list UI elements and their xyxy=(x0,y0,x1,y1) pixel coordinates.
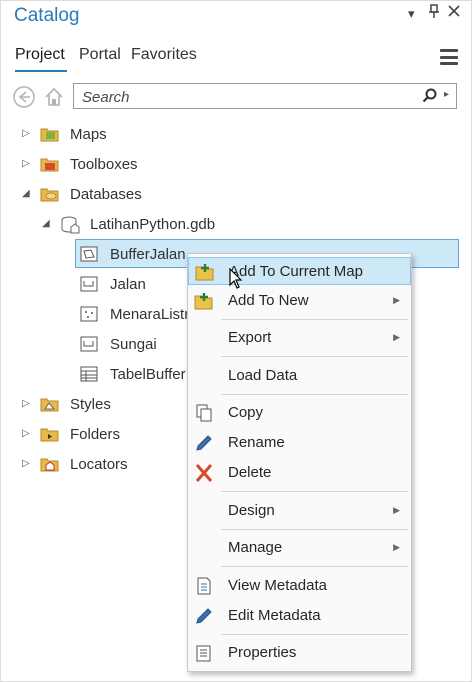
delete-icon xyxy=(194,464,214,482)
menu-separator xyxy=(221,634,408,635)
tree-label: LatihanPython.gdb xyxy=(90,216,216,233)
databases-folder-icon xyxy=(40,187,59,202)
pin-icon[interactable] xyxy=(428,4,440,22)
menu-separator xyxy=(221,529,408,530)
point-feature-class-icon xyxy=(80,306,99,322)
menu-item-design[interactable]: Design ▶ xyxy=(188,497,411,525)
collapse-icon[interactable]: ◢ xyxy=(42,218,50,229)
styles-folder-icon xyxy=(40,397,59,412)
submenu-arrow-icon: ▶ xyxy=(393,295,400,305)
menu-separator xyxy=(221,566,408,567)
menu-item-view-metadata[interactable]: View Metadata xyxy=(188,572,411,600)
menu-separator xyxy=(221,319,408,320)
menu-separator xyxy=(221,394,408,395)
maps-folder-icon xyxy=(40,127,59,142)
menu-icon[interactable] xyxy=(440,49,458,65)
tree-label: Databases xyxy=(70,186,142,203)
back-icon[interactable] xyxy=(13,86,35,108)
locators-folder-icon xyxy=(40,457,59,472)
expand-icon[interactable]: ▷ xyxy=(22,158,30,169)
tree-label: Maps xyxy=(70,126,107,143)
add-data-icon xyxy=(195,263,215,281)
tree-label: Jalan xyxy=(110,276,146,293)
pencil-icon xyxy=(194,607,214,625)
menu-item-rename[interactable]: Rename xyxy=(188,429,411,457)
copy-icon xyxy=(194,404,214,422)
folders-folder-icon xyxy=(40,427,59,442)
expand-icon[interactable]: ▷ xyxy=(22,428,30,439)
menu-separator xyxy=(221,356,408,357)
search-icon[interactable] xyxy=(422,88,438,109)
context-menu: Add To Current Map Add To New ▶ Export ▶… xyxy=(187,253,412,672)
tree-label: Folders xyxy=(70,426,121,443)
tab-portal[interactable]: Portal xyxy=(79,46,121,64)
expand-icon[interactable]: ▷ xyxy=(22,398,30,409)
tree-label: TabelBuffer xyxy=(110,366,186,383)
add-data-icon xyxy=(194,292,214,310)
menu-item-edit-metadata[interactable]: Edit Metadata xyxy=(188,602,411,630)
tab-favorites[interactable]: Favorites xyxy=(131,46,197,64)
tree-label: Sungai xyxy=(110,336,157,353)
tree-label: Styles xyxy=(70,396,111,413)
mouse-cursor-icon xyxy=(229,267,243,295)
menu-item-add-to-new[interactable]: Add To New ▶ xyxy=(188,287,411,315)
tree-label: Toolboxes xyxy=(70,156,138,173)
active-tab-indicator xyxy=(15,70,67,72)
expand-icon[interactable]: ▷ xyxy=(22,458,30,469)
menu-separator xyxy=(221,491,408,492)
pane-options-icon[interactable]: ▾ xyxy=(408,6,415,22)
tab-project[interactable]: Project xyxy=(15,46,65,64)
polygon-feature-class-icon xyxy=(80,246,99,262)
metadata-icon xyxy=(194,577,214,595)
submenu-arrow-icon: ▶ xyxy=(393,505,400,515)
pane-title: Catalog xyxy=(14,5,80,26)
line-feature-class-icon xyxy=(80,336,99,352)
menu-item-properties[interactable]: Properties xyxy=(188,639,411,667)
menu-item-add-to-current-map[interactable]: Add To Current Map xyxy=(188,257,411,285)
search-input[interactable] xyxy=(80,86,414,108)
toolboxes-folder-icon xyxy=(40,157,59,172)
menu-item-export[interactable]: Export ▶ xyxy=(188,324,411,352)
submenu-arrow-icon: ▶ xyxy=(393,332,400,342)
geodatabase-icon xyxy=(60,216,80,234)
search-options-icon[interactable]: ▸ xyxy=(444,89,449,100)
pencil-icon xyxy=(194,434,214,452)
tree-label: BufferJalan xyxy=(110,246,186,263)
close-icon[interactable] xyxy=(448,5,460,20)
submenu-arrow-icon: ▶ xyxy=(393,542,400,552)
table-icon xyxy=(80,366,99,382)
menu-item-copy[interactable]: Copy xyxy=(188,399,411,427)
line-feature-class-icon xyxy=(80,276,99,292)
menu-item-delete[interactable]: Delete xyxy=(188,459,411,487)
collapse-icon[interactable]: ◢ xyxy=(22,188,30,199)
tree-label: MenaraListr xyxy=(110,306,190,323)
home-icon[interactable] xyxy=(43,86,65,108)
menu-item-manage[interactable]: Manage ▶ xyxy=(188,534,411,562)
properties-icon xyxy=(194,644,214,662)
expand-icon[interactable]: ▷ xyxy=(22,128,30,139)
search-box: ▸ xyxy=(73,83,457,109)
tree-label: Locators xyxy=(70,456,128,473)
menu-item-load-data[interactable]: Load Data xyxy=(188,362,411,390)
